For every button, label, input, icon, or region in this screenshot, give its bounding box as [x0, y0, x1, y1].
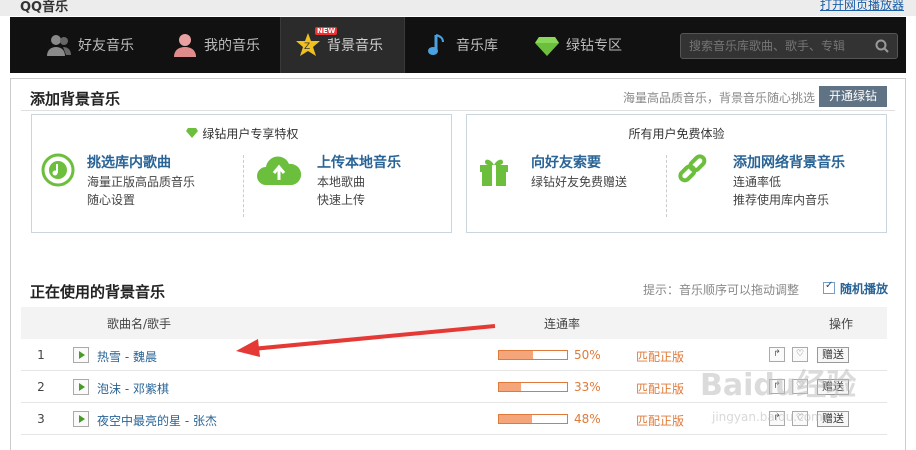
- baidu-watermark: Baidu经验: [700, 368, 857, 403]
- rate-percent: 33%: [574, 380, 601, 394]
- music-note-icon: [428, 34, 444, 55]
- nav-item-green-diamond[interactable]: 绿钻专区: [534, 17, 622, 73]
- nav-label: 音乐库: [456, 38, 498, 54]
- annotation-arrow: [236, 324, 496, 357]
- new-badge: NEW: [315, 27, 338, 35]
- random-play-label[interactable]: 随机播放: [840, 280, 888, 297]
- nav-item-my-music[interactable]: 我的音乐: [172, 17, 260, 73]
- feature-title: 添加网络背景音乐: [733, 155, 845, 171]
- rate-bar: [498, 414, 568, 424]
- col-ops: 操作: [829, 317, 854, 331]
- feature-pick-library-songs[interactable]: 挑选库内歌曲 海量正版高品质音乐 随心设置: [32, 115, 242, 234]
- open-web-player-link[interactable]: 打开网页播放器: [820, 0, 904, 13]
- top-strip: [0, 0, 916, 16]
- nav-label: 绿钻专区: [566, 38, 622, 54]
- row-number: 1: [37, 348, 45, 362]
- search-box[interactable]: [680, 33, 898, 59]
- rate-percent: 50%: [574, 348, 601, 362]
- feature-title: 向好友索要: [531, 155, 601, 171]
- feature-upload-local-music[interactable]: 上传本地音乐 本地歌曲 快速上传: [244, 115, 453, 234]
- nav-item-background-music[interactable]: Z NEW 背景音乐: [280, 17, 405, 73]
- main-nav: 好友音乐 我的音乐 Z NEW 背景音乐 音乐库 绿钻专区: [10, 17, 906, 73]
- search-input[interactable]: [681, 34, 861, 58]
- feature-line: 海量正版高品质音乐: [87, 175, 196, 189]
- green-diamond-icon: [535, 37, 559, 56]
- feature-line: 随心设置: [87, 193, 136, 207]
- link-icon: [678, 154, 707, 183]
- feature-title: 挑选库内歌曲: [87, 155, 171, 171]
- baidu-watermark-sub: jingyan.baidu.com: [712, 410, 823, 424]
- rate-bar: [498, 350, 568, 360]
- music-disc-icon: [41, 153, 75, 187]
- feature-ask-friends[interactable]: 向好友索要 绿钻好友免费赠送: [467, 115, 667, 234]
- app-title: QQ音乐: [20, 0, 69, 15]
- background-music-icon: Z: [296, 33, 320, 56]
- nav-item-friends-music[interactable]: 好友音乐: [46, 17, 134, 73]
- match-genuine-link[interactable]: 匹配正版: [636, 348, 684, 365]
- rate-bar: [498, 382, 568, 392]
- play-icon[interactable]: [73, 411, 89, 427]
- song-link[interactable]: 热雪 - 魏晨: [97, 348, 157, 365]
- col-song: 歌曲名/歌手: [107, 317, 172, 331]
- playlist-hint: 提示：音乐顺序可以拖动调整: [643, 283, 800, 297]
- row-number: 3: [37, 412, 45, 426]
- gift-icon: [480, 159, 508, 186]
- play-icon[interactable]: [73, 379, 89, 395]
- rate-fill: [499, 383, 522, 391]
- rate-percent: 48%: [574, 412, 601, 426]
- add-bg-music-hint: 海量高品质音乐，背景音乐随心挑选: [623, 91, 816, 105]
- feature-line: 本地歌曲: [317, 175, 366, 189]
- feature-title: 上传本地音乐: [317, 155, 401, 171]
- open-green-diamond-button[interactable]: 开通绿钻: [819, 86, 887, 107]
- random-play-checkbox[interactable]: [823, 280, 835, 294]
- search-icon[interactable]: [875, 39, 889, 53]
- cloud-upload-icon: [257, 156, 302, 185]
- add-bg-music-title: 添加背景音乐: [30, 90, 121, 108]
- song-link[interactable]: 泡沫 - 邓紫棋: [97, 380, 169, 397]
- feature-line: 绿钻好友免费赠送: [531, 175, 628, 189]
- match-genuine-link[interactable]: 匹配正版: [636, 412, 684, 429]
- feature-add-web-music[interactable]: 添加网络背景音乐 连通率低 推荐使用库内音乐: [667, 115, 888, 234]
- nav-label: 好友音乐: [78, 38, 134, 54]
- col-rate: 连通率: [544, 317, 581, 331]
- song-link[interactable]: 夜空中最亮的星 - 张杰: [97, 412, 217, 429]
- feature-line: 连通率低: [733, 175, 782, 189]
- user-icon: [174, 34, 196, 57]
- nav-label: 背景音乐: [327, 38, 383, 54]
- row-number: 2: [37, 380, 45, 394]
- feature-line: 推荐使用库内音乐: [733, 193, 830, 207]
- rate-fill: [499, 415, 532, 423]
- vip-feature-box: 绿钻用户专享特权 挑选库内歌曲 海量正版高品质音乐 随心设置 上传本地音乐 本地…: [31, 114, 452, 233]
- nav-item-music-library[interactable]: 音乐库: [424, 17, 498, 73]
- free-feature-box: 所有用户免费体验 向好友索要 绿钻好友免费赠送 添加网络背景音乐 连通率低 推荐…: [466, 114, 887, 233]
- friends-icon: [47, 35, 71, 56]
- nav-label: 我的音乐: [204, 38, 260, 54]
- match-genuine-link[interactable]: 匹配正版: [636, 380, 684, 397]
- feature-line: 快速上传: [317, 193, 366, 207]
- rate-fill: [499, 351, 533, 359]
- play-icon[interactable]: [73, 347, 89, 363]
- svg-text:Z: Z: [304, 42, 310, 52]
- divider: [21, 110, 895, 111]
- playlist-title: 正在使用的背景音乐: [30, 283, 166, 301]
